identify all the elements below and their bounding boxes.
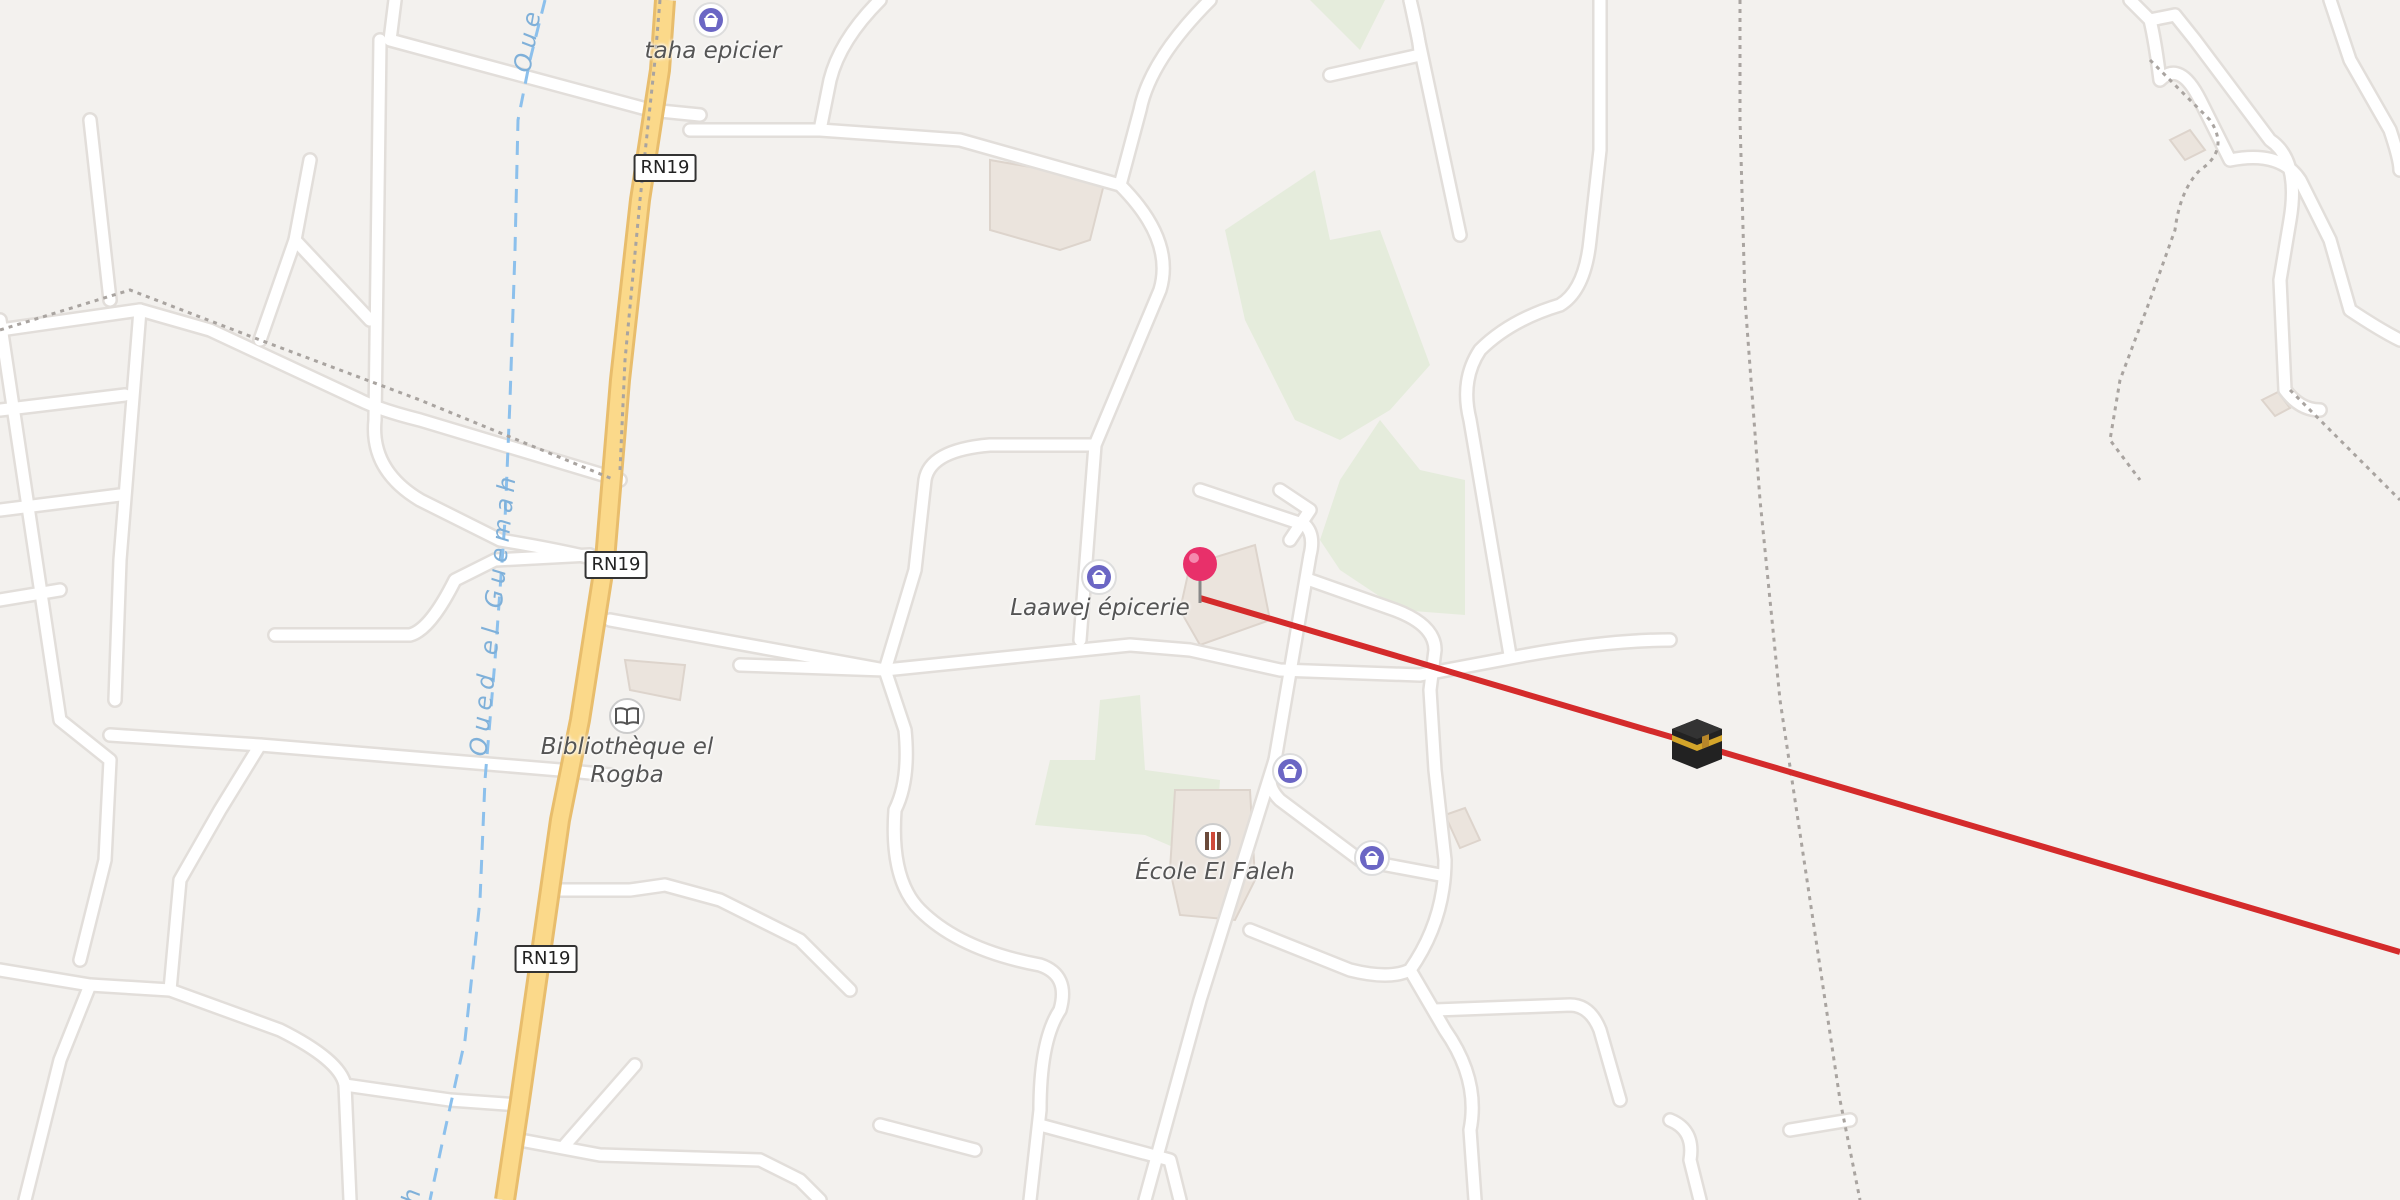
building	[623, 658, 687, 702]
building	[2168, 128, 2207, 162]
qibla-direction-line	[1199, 595, 2400, 955]
map-canvas[interactable]: RN19 RN19 RN19 Oued el Guemah Oue h taha…	[0, 0, 2400, 1200]
basket-icon[interactable]	[1270, 751, 1310, 795]
poi-label-laawej-epicerie[interactable]: Laawej épicerie	[1010, 594, 1190, 622]
track-path	[2108, 58, 2220, 481]
track-path	[1738, 0, 1862, 1200]
vegetation-area	[1310, 0, 1385, 50]
map-pin-icon[interactable]	[1180, 545, 1220, 611]
poi-label-taha-epicier[interactable]: taha epicier	[645, 37, 782, 65]
poi-label-bibliotheque[interactable]: Bibliothèque el Rogba	[532, 733, 722, 789]
road-shield: RN19	[633, 154, 697, 182]
road-shield: RN19	[514, 945, 578, 973]
road-shield: RN19	[584, 551, 648, 579]
vegetation-area	[1225, 170, 1430, 440]
poi-label-ecole-el-faleh[interactable]: École El Faleh	[1135, 858, 1295, 886]
kaaba-icon[interactable]	[1668, 715, 1726, 777]
basket-icon[interactable]	[1352, 838, 1392, 882]
